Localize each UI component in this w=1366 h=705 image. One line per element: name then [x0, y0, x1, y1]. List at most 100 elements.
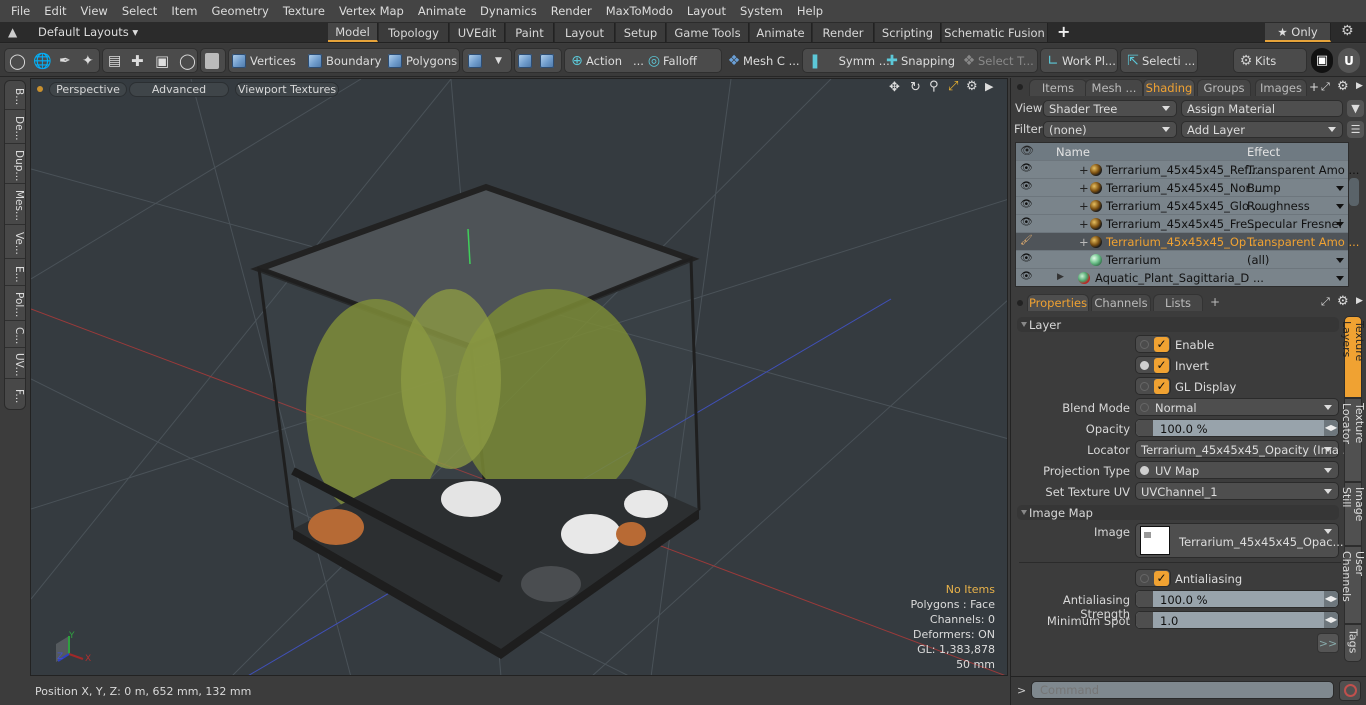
effect-dropdown-arrow[interactable]: [1336, 204, 1344, 209]
tree-row[interactable]: 👁 + Terrarium_45x45x45_Nor ... Bump: [1016, 179, 1348, 197]
menu-edit[interactable]: Edit: [37, 4, 73, 18]
opacity-slider-handle[interactable]: ◀▶: [1324, 420, 1338, 436]
tree-scrollbar[interactable]: [1349, 178, 1359, 206]
filter-funnel-icon[interactable]: ▼: [1347, 100, 1364, 117]
tab-render[interactable]: Render: [813, 23, 874, 42]
antialiasing-toggle[interactable]: ✓: [1135, 569, 1171, 587]
side-tab-user-channels[interactable]: User Channels: [1340, 546, 1366, 624]
record-button[interactable]: [1339, 680, 1361, 701]
panel-settings-icon[interactable]: ⚙: [1337, 79, 1349, 94]
left-tab-uv[interactable]: UV...: [5, 348, 25, 379]
layer-effect[interactable]: Transparent Amo ...: [1247, 235, 1359, 249]
minimum-spot-field[interactable]: 1.0 ◀▶: [1135, 611, 1339, 629]
side-tab-tags[interactable]: Tags: [1344, 624, 1362, 662]
eye-icon[interactable]: 👁: [1020, 199, 1033, 211]
advanced-button[interactable]: Advanced: [129, 82, 229, 97]
boundary-button[interactable]: Boundary: [308, 48, 381, 73]
layer-section-header[interactable]: Layer: [1017, 317, 1339, 332]
side-tab-texture-locator[interactable]: Texture Locator: [1340, 398, 1366, 482]
eye-icon[interactable]: 👁: [1020, 163, 1033, 175]
tab-setup[interactable]: Setup: [616, 23, 666, 42]
viewport-settings-icon[interactable]: ⚙: [966, 79, 978, 94]
expand-plus-icon[interactable]: +: [1079, 163, 1089, 177]
viewport-menu-arrow-icon[interactable]: ▶: [985, 80, 993, 93]
effect-dropdown-arrow[interactable]: [1336, 258, 1344, 263]
item-mode-icon[interactable]: [205, 48, 223, 73]
expand-arrow-icon[interactable]: ▶: [1057, 272, 1064, 282]
menu-layout[interactable]: Layout: [680, 4, 733, 18]
set-texture-uv-dropdown[interactable]: UVChannel_1: [1135, 482, 1339, 500]
tree-row[interactable]: 👁 + Terrarium_45x45x45_Ref... Transparen…: [1016, 161, 1359, 179]
view-dropdown[interactable]: Shader Tree: [1043, 100, 1177, 117]
tab-game-tools[interactable]: Game Tools: [667, 23, 749, 42]
unreal-kit-icon[interactable]: U: [1338, 48, 1360, 73]
snapping-button[interactable]: ✚ Snapping: [883, 48, 955, 73]
menu-geometry[interactable]: Geometry: [205, 4, 276, 18]
tree-row[interactable]: 👁 ▶ Aquatic_Plant_Sagittaria_D ...: [1016, 269, 1348, 287]
effect-dropdown-arrow[interactable]: [1336, 186, 1344, 191]
menu-select[interactable]: Select: [115, 4, 164, 18]
tree-row[interactable]: 👁 Terrarium (all): [1016, 251, 1348, 269]
viewport-textures-button[interactable]: Viewport Textures: [235, 82, 339, 97]
3d-viewport[interactable]: Y X Z Perspective Advanced Viewport Text…: [30, 78, 1008, 676]
polygons-button[interactable]: Polygons: [388, 48, 457, 73]
tab-uvedit[interactable]: UVEdit: [450, 23, 505, 42]
work-plane-button[interactable]: ∟ Work Pl...: [1044, 48, 1116, 73]
default-layouts-dropdown[interactable]: Default Layouts ▾: [38, 25, 138, 39]
zoom-icon[interactable]: ⚲: [929, 79, 939, 94]
maximize-icon[interactable]: ⤢: [948, 79, 958, 94]
side-tab-texture-layers[interactable]: Texture Layers: [1340, 316, 1366, 398]
perspective-button[interactable]: Perspective: [49, 82, 127, 97]
tab-shading[interactable]: Shading: [1143, 79, 1195, 96]
tree-row[interactable]: 👁 + Terrarium_45x45x45_Fre ... Specular …: [1016, 215, 1348, 233]
collapse-up-icon[interactable]: ▲: [8, 25, 17, 39]
left-tab-curve[interactable]: C...: [5, 321, 25, 348]
panel-menu-arrow-icon[interactable]: ▶: [1356, 296, 1363, 306]
layer-effect[interactable]: Transparent Amo ...: [1247, 163, 1359, 177]
falloff-button[interactable]: ◎ Falloff: [645, 48, 697, 73]
list-options-icon[interactable]: ☰: [1347, 121, 1364, 138]
kits-button[interactable]: ⚙ Kits: [1237, 48, 1277, 73]
invert-toggle[interactable]: ✓: [1135, 356, 1171, 374]
command-input[interactable]: [1031, 681, 1334, 699]
only-favorites-button[interactable]: ★ Only: [1265, 23, 1331, 42]
antialiasing-strength-slider-handle[interactable]: ◀▶: [1324, 591, 1338, 607]
menu-texture[interactable]: Texture: [276, 4, 332, 18]
box-kit-icon[interactable]: ▣: [1311, 48, 1333, 73]
panel-settings-icon[interactable]: ⚙: [1337, 294, 1349, 309]
effect-dropdown-arrow[interactable]: [1336, 222, 1344, 227]
menu-file[interactable]: File: [4, 4, 37, 18]
tab-groups[interactable]: Groups: [1197, 79, 1251, 96]
expand-plus-icon[interactable]: +: [1079, 235, 1089, 249]
tree-row[interactable]: 👁 + Terrarium_45x45x45_Glo ... Roughness: [1016, 197, 1348, 215]
rotate-icon[interactable]: ↻: [910, 80, 921, 95]
globe-icon[interactable]: 🌐: [33, 48, 52, 73]
tab-lists[interactable]: Lists: [1153, 294, 1203, 311]
pen-icon[interactable]: ✒: [59, 48, 71, 73]
square-circle-icon[interactable]: ▣: [155, 48, 169, 73]
select-through-button[interactable]: ❖ Select T...: [960, 48, 1034, 73]
eye-icon[interactable]: 👁: [1020, 253, 1033, 265]
chevron-down-icon[interactable]: ▼: [495, 48, 502, 73]
tab-schematic-fusion[interactable]: Schematic Fusion: [942, 23, 1048, 42]
cross-shape-icon[interactable]: ✚: [131, 48, 144, 73]
tree-row-selected[interactable]: 🖌 + Terrarium_45x45x45_Op ... Transparen…: [1016, 233, 1359, 251]
menu-view[interactable]: View: [74, 4, 115, 18]
effect-column-header[interactable]: Effect: [1247, 145, 1280, 159]
gl-display-toggle[interactable]: ✓: [1135, 377, 1171, 395]
tab-layout[interactable]: Layout: [555, 23, 615, 42]
left-tab-vertex[interactable]: Ve...: [5, 225, 25, 259]
symmetry-button[interactable]: ❚ Symm ...: [806, 48, 890, 73]
blend-mode-dropdown[interactable]: Normal: [1135, 398, 1339, 416]
assign-material-button[interactable]: Assign Material: [1181, 100, 1343, 117]
layer-effect[interactable]: Roughness: [1247, 199, 1310, 213]
left-tab-edge[interactable]: E...: [5, 259, 25, 286]
add-tab-icon[interactable]: +: [1210, 295, 1220, 309]
vertices-button[interactable]: Vertices: [232, 48, 296, 73]
left-tab-fusion[interactable]: F...: [5, 379, 25, 409]
menu-render[interactable]: Render: [544, 4, 599, 18]
rotate-circle-icon[interactable]: ◯: [179, 48, 196, 73]
pivot-icon[interactable]: [540, 48, 558, 73]
antialiasing-strength-field[interactable]: 100.0 % ◀▶: [1135, 590, 1339, 608]
tab-channels[interactable]: Channels: [1091, 294, 1151, 311]
